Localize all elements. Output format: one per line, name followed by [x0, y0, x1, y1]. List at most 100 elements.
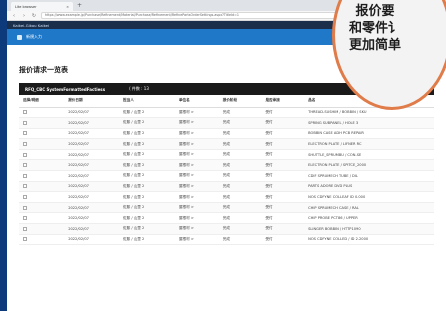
table-cell: 受付 [261, 212, 305, 225]
table-cell: 佐藤 / 山里 2 [119, 117, 175, 129]
table-cell: 受付 [261, 149, 305, 161]
column-header[interactable]: 是否承接 [261, 95, 305, 108]
select-cell[interactable] [19, 107, 65, 119]
table-cell: 受付 [261, 159, 305, 172]
app-title: Kaikei-Gikou Kaikei [13, 22, 50, 28]
select-cell[interactable] [19, 170, 65, 182]
table-cell: 屋根材 > [174, 202, 219, 214]
table-row[interactable]: 2022/02/07 佐藤 / 山里 2 屋根材 > 完成 受付 ELECTRON PLA… [19, 159, 434, 172]
table-row[interactable]: 2022/02/07 佐藤 / 山里 2 屋根材 > 完成 受付 THREAD-SUSHI… [19, 107, 434, 119]
table-cell: 受付 [261, 223, 305, 235]
table-cell: 完成 [218, 149, 262, 161]
row-checkbox[interactable] [23, 216, 27, 221]
new-entry-button[interactable]: 新規入力 [26, 34, 42, 40]
reload-icon[interactable]: ↻ [31, 13, 37, 19]
table-cell: 受付 [261, 191, 305, 203]
row-checkbox[interactable] [23, 226, 27, 231]
new-tab-icon[interactable]: + [77, 2, 85, 10]
table-row[interactable]: 2022/02/07 佐藤 / 山里 2 屋根材 > 完成 受付 CHIP SPRUMEC… [19, 202, 434, 214]
results-bar-title: RFQ_CBC SystemFormattedFactiess [25, 86, 106, 92]
table-cell: 2022/02/07 [64, 234, 120, 246]
table-cell: 受付 [261, 107, 305, 119]
table-row[interactable]: 2022/02/07 佐藤 / 山里 2 屋根材 > 完成 受付 BOBBIN CASE … [19, 128, 434, 140]
table-cell: 受付 [261, 234, 305, 246]
row-checkbox[interactable] [23, 237, 27, 242]
table-cell: ELECTRON PLATE / LIFNER RC [304, 138, 434, 150]
table-cell: SHUTTLE_SPRUMBU / CON-SE [304, 149, 434, 161]
table-cell: CHIP PROBE PCT86 / UPPER [304, 212, 434, 225]
table-cell: 佐藤 / 山里 2 [119, 170, 175, 182]
forward-icon[interactable]: › [21, 13, 27, 19]
select-cell[interactable] [19, 138, 65, 150]
row-checkbox[interactable] [23, 152, 27, 157]
callout-line-3: 更加简单 [348, 38, 401, 53]
table-cell: 佐藤 / 山里 2 [119, 191, 175, 203]
row-checkbox[interactable] [23, 184, 27, 189]
column-header[interactable]: 报价阶段 [218, 95, 262, 108]
table-cell: 佐藤 / 山里 2 [119, 223, 175, 235]
row-checkbox[interactable] [23, 142, 27, 147]
table-cell: 完成 [218, 234, 262, 246]
select-cell[interactable] [19, 159, 65, 172]
select-cell[interactable] [19, 223, 65, 235]
table-cell: CDIF SPRUMECH TUBE / DIL [304, 170, 434, 182]
select-cell[interactable] [19, 117, 65, 129]
table-cell: 佐藤 / 山里 2 [119, 128, 175, 140]
table-cell: 2022/02/07 [64, 117, 120, 129]
select-cell[interactable] [19, 128, 65, 140]
back-icon[interactable]: ‹ [11, 13, 17, 19]
table-row[interactable]: 2022/02/07 佐藤 / 山里 2 屋根材 > 完成 受付 SPRING SUBPA… [19, 117, 434, 129]
column-header[interactable]: 选择/明细 [19, 95, 65, 108]
table-cell: 完成 [218, 202, 262, 214]
table-cell: 2022/02/07 [64, 159, 120, 172]
table-cell: 屋根材 > [174, 223, 219, 235]
column-header[interactable]: 单位名 [174, 95, 219, 108]
table-row[interactable]: 2022/02/07 佐藤 / 山里 2 屋根材 > 完成 受付 NOS CDFYNE C… [19, 191, 434, 203]
row-checkbox[interactable] [23, 205, 27, 210]
menu-icon[interactable] [17, 34, 22, 40]
table-cell: 受付 [261, 202, 305, 214]
table-row[interactable]: 2022/02/07 佐藤 / 山里 2 屋根材 > 完成 受付 NOS CDFYNE C… [19, 234, 434, 246]
table-row[interactable]: 2022/02/07 佐藤 / 山里 2 屋根材 > 完成 受付 ELECTRON PLA… [19, 138, 434, 150]
table-cell: 受付 [261, 181, 305, 193]
table-cell: 2022/02/07 [64, 170, 120, 182]
callout-line-1: 报价要 [355, 4, 395, 19]
table-cell: ELECTRON PLATE / SPITCE_2000 [304, 159, 434, 172]
table-row[interactable]: 2022/02/07 佐藤 / 山里 2 屋根材 > 完成 受付 PARTS ADORE … [19, 181, 434, 193]
table-cell: NOS CDFYNE COLLEAF ID 0.000 [304, 191, 434, 203]
select-cell[interactable] [19, 234, 65, 246]
table-cell: 完成 [218, 117, 262, 129]
row-checkbox[interactable] [23, 163, 27, 168]
table-body: 2022/02/07 佐藤 / 山里 2 屋根材 > 完成 受付 THREAD-SUSHI… [19, 107, 434, 246]
row-checkbox[interactable] [23, 195, 27, 200]
table-cell: PARTS ADORE DVD PLUS [304, 181, 434, 193]
row-checkbox[interactable] [23, 110, 27, 115]
table-row[interactable]: 2022/02/07 佐藤 / 山里 2 屋根材 > 完成 受付 CDIF SPRUMEC… [19, 170, 434, 182]
select-cell[interactable] [19, 212, 65, 225]
table-cell: 完成 [218, 107, 262, 119]
row-checkbox[interactable] [23, 173, 27, 178]
table-cell: 佐藤 / 山里 2 [119, 234, 175, 246]
table-row[interactable]: 2022/02/07 佐藤 / 山里 2 屋根材 > 完成 受付 CHIP PROBE P… [19, 212, 434, 225]
table-cell: 佐藤 / 山里 2 [119, 212, 175, 225]
select-cell[interactable] [19, 149, 65, 161]
select-cell[interactable] [19, 181, 65, 193]
row-checkbox[interactable] [23, 131, 27, 136]
table-row[interactable]: 2022/02/07 佐藤 / 山里 2 屋根材 > 完成 受付 SLINGER BOBB… [19, 223, 434, 235]
table-cell: 屋根材 > [174, 159, 219, 172]
table-cell: 屋根材 > [174, 234, 219, 246]
table-cell: 屋根材 > [174, 138, 219, 150]
select-cell[interactable] [19, 191, 65, 203]
table-cell: 2022/02/07 [64, 202, 120, 214]
row-checkbox[interactable] [23, 120, 27, 125]
table-cell: 2022/02/07 [64, 107, 120, 119]
browser-tab[interactable]: Lite browser × [11, 2, 73, 11]
table-cell: 受付 [261, 117, 305, 129]
column-header[interactable]: 担当人 [119, 95, 175, 108]
column-header[interactable]: 报价日期 [64, 95, 120, 108]
table-row[interactable]: 2022/02/07 佐藤 / 山里 2 屋根材 > 完成 受付 SHUTTLE_SPRU… [19, 149, 434, 161]
table-cell: 2022/02/07 [64, 181, 120, 193]
close-tab-icon[interactable]: × [66, 5, 69, 9]
select-cell[interactable] [19, 202, 65, 214]
table-cell: 佐藤 / 山里 2 [119, 149, 175, 161]
